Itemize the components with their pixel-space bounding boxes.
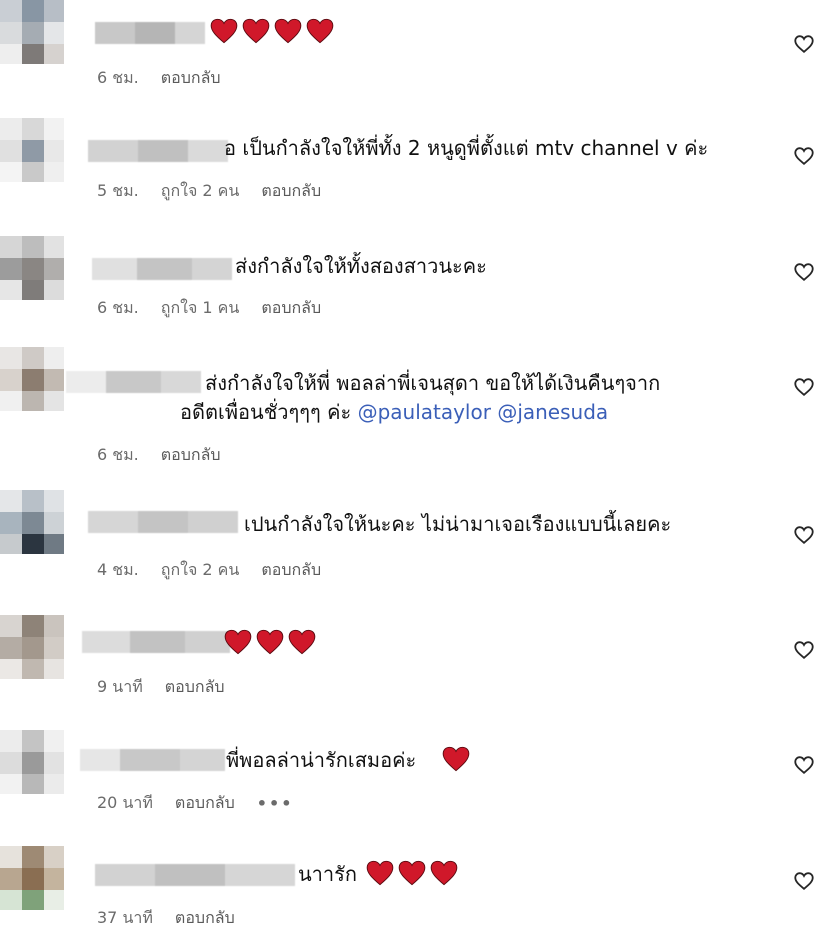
comment-meta: 6 ชม. ตอบกลับ [97,66,221,91]
comment-time: 9 นาที [97,677,143,696]
username-blurred[interactable] [88,140,228,162]
likes-count[interactable]: ถูกใจ 2 คน [161,558,240,583]
username-blurred[interactable] [80,749,225,771]
comment-text-line2: อดีตเพื่อนชั่วๆๆๆ ค่ะ @paulataylor @jane… [180,398,608,427]
avatar[interactable] [0,0,64,64]
comment-text: นาารัก [298,862,357,886]
avatar[interactable] [0,730,64,794]
red-heart-icon [306,18,334,44]
red-heart-icon [430,860,458,886]
heart-outline-icon[interactable] [793,376,815,398]
comment-text-continued: อดีตเพื่อนชั่วๆๆๆ ค่ะ [180,400,352,424]
comment-text: เปนกำลังใจให้นะคะ ไม่น่ามาเจอเรืองแบบนี้… [244,512,672,536]
heart-reactions [442,746,470,772]
likes-count[interactable]: ถูกใจ 1 คน [161,296,240,321]
more-options-icon[interactable]: ••• [257,794,294,813]
likes-count[interactable]: ถูกใจ 2 คน [161,179,240,204]
username-blurred[interactable] [95,22,205,44]
username-blurred[interactable] [66,371,201,393]
mention-link[interactable]: @janesuda [497,400,608,424]
comment-text: พี่พอลล่าน่ารักเสมอค่ะ [226,748,417,772]
comment-time: 6 ชม. [97,68,139,87]
mention-link[interactable]: @paulataylor [358,400,491,424]
heart-outline-icon[interactable] [793,524,815,546]
comment-text: อ เป็นกำลังใจให้พี่ทั้ง 2 หนูดูพี่ตั้งแต… [224,136,709,160]
username-blurred[interactable] [88,511,238,533]
comment-time: 6 ชม. [97,298,139,317]
heart-outline-icon[interactable] [793,261,815,283]
reply-button[interactable]: ตอบกลับ [261,179,321,204]
comment-time: 4 ชม. [97,560,139,579]
red-heart-icon [288,629,316,655]
comment-time: 6 ชม. [97,445,139,464]
reply-button[interactable]: ตอบกลับ [261,558,321,583]
comment-time: 5 ชม. [97,181,139,200]
red-heart-icon [442,746,470,772]
heart-reactions [366,860,458,886]
red-heart-icon [256,629,284,655]
red-heart-icon [242,18,270,44]
red-heart-icon [274,18,302,44]
username-blurred[interactable] [95,864,295,886]
heart-outline-icon[interactable] [793,870,815,892]
avatar[interactable] [0,236,64,300]
heart-reactions [210,18,334,44]
comment-meta: 6 ชม. ถูกใจ 1 คน ตอบกลับ [97,296,321,321]
comment-time: 20 นาที [97,793,153,812]
comment-time: 37 นาที [97,908,153,927]
comment-text: ส่งกำลังใจให้พี่ พอลล่าพี่เจนสุดา ขอให้ไ… [205,371,661,395]
avatar[interactable] [0,846,64,910]
heart-outline-icon[interactable] [793,639,815,661]
avatar[interactable] [0,118,64,182]
comment-meta: 6 ชม. ตอบกลับ [97,443,221,468]
comment-meta: 5 ชม. ถูกใจ 2 คน ตอบกลับ [97,179,321,204]
comment-meta: 20 นาที ตอบกลับ ••• [97,791,293,816]
avatar[interactable] [0,615,64,679]
username-blurred[interactable] [82,631,230,653]
reply-button[interactable]: ตอบกลับ [161,66,221,91]
comment-text: ส่งกำลังใจให้ทั้งสองสาวนะคะ [235,254,487,278]
red-heart-icon [366,860,394,886]
reply-button[interactable]: ตอบกลับ [175,791,235,816]
red-heart-icon [210,18,238,44]
reply-button[interactable]: ตอบกลับ [161,443,221,468]
comment-meta: 37 นาที ตอบกลับ [97,906,235,931]
heart-outline-icon[interactable] [793,33,815,55]
heart-outline-icon[interactable] [793,754,815,776]
comment-meta: 4 ชม. ถูกใจ 2 คน ตอบกลับ [97,558,321,583]
heart-outline-icon[interactable] [793,145,815,167]
reply-button[interactable]: ตอบกลับ [261,296,321,321]
username-blurred[interactable] [92,258,232,280]
heart-reactions [224,629,316,655]
red-heart-icon [398,860,426,886]
avatar[interactable] [0,490,64,554]
reply-button[interactable]: ตอบกลับ [165,675,225,700]
reply-button[interactable]: ตอบกลับ [175,906,235,931]
avatar[interactable] [0,347,64,411]
red-heart-icon [224,629,252,655]
comment-meta: 9 นาที ตอบกลับ [97,675,225,700]
